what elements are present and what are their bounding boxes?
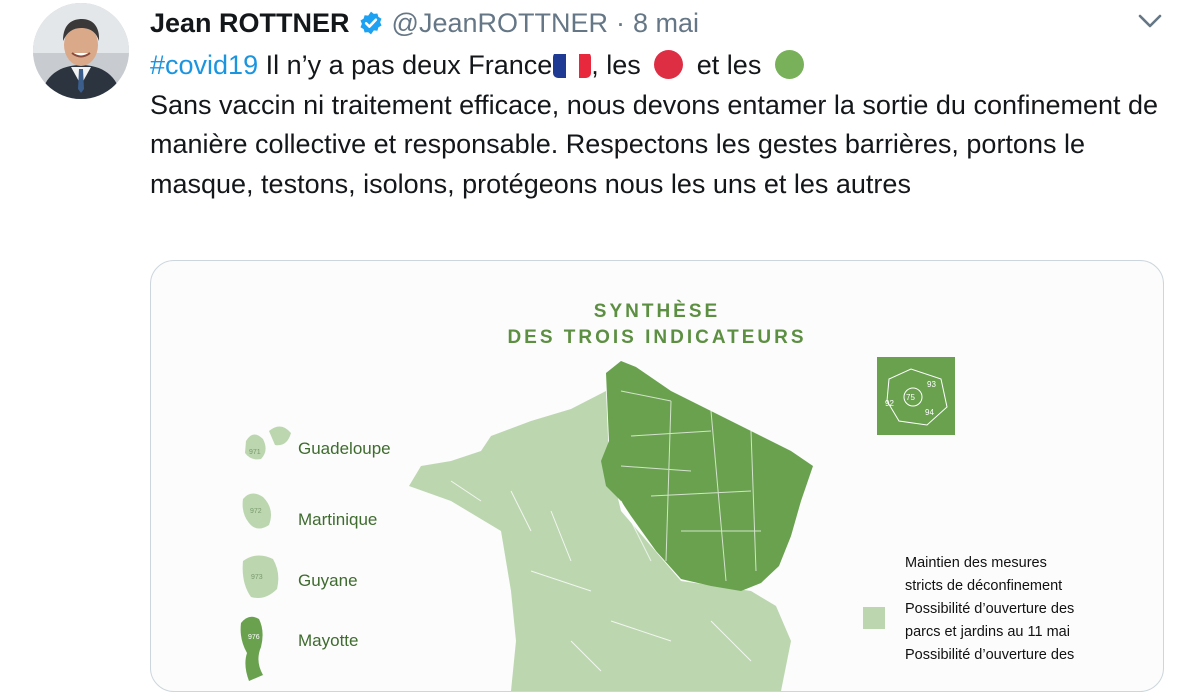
green-circle-emoji: [774, 50, 804, 79]
red-circle-emoji: [654, 50, 684, 79]
label-mayotte: Mayotte: [298, 631, 359, 650]
svg-text:976: 976: [248, 634, 260, 641]
legend-line-3: Possibilité d’ouverture des: [905, 601, 1075, 617]
mayotte-shape: 976: [240, 616, 263, 681]
label-martinique: Martinique: [298, 510, 378, 529]
paris-inset: 93 92 75 94: [877, 357, 955, 435]
svg-text:971: 971: [249, 449, 261, 456]
legend-green-swatch: [863, 607, 885, 629]
legend-line-2: stricts de déconfinement: [905, 578, 1063, 594]
profile-photo: [33, 3, 129, 99]
guadeloupe-shape: 971: [245, 426, 291, 460]
tweet-image[interactable]: SYNTHÈSE DES TROIS INDICATEURS 971 972 9…: [150, 260, 1164, 692]
france-flag-emoji: [553, 52, 592, 78]
svg-text:92: 92: [885, 399, 894, 408]
svg-text:972: 972: [250, 508, 262, 515]
tweet-date[interactable]: 8 mai: [633, 8, 699, 39]
chevron-down-icon[interactable]: [1136, 9, 1164, 33]
tweet-body: Sans vaccin ni traitement efficace, nous…: [150, 89, 1159, 199]
hashtag-link[interactable]: #covid19: [150, 50, 258, 80]
author-handle[interactable]: @JeanROTTNER: [392, 8, 608, 39]
avatar[interactable]: [33, 3, 129, 99]
line1-part-b: , les: [591, 50, 649, 80]
svg-text:75: 75: [906, 393, 915, 402]
svg-text:973: 973: [251, 574, 263, 581]
tweet-text-line1: #covid19 Il n’y a pas deux France , les e…: [150, 46, 1170, 86]
label-guyane: Guyane: [298, 571, 358, 590]
svg-text:94: 94: [925, 408, 934, 417]
separator-dot: ·: [616, 7, 625, 38]
guyane-shape: 973: [242, 555, 279, 598]
legend-line-5: Possibilité d’ouverture des: [905, 647, 1075, 663]
legend-line-4: parcs et jardins au 11 mai: [905, 624, 1070, 640]
tweet[interactable]: Jean ROTTNER @JeanROTTNER · 8 mai #covid…: [0, 0, 1190, 692]
legend-line-1: Maintien des mesures: [905, 555, 1047, 571]
tweet-header: Jean ROTTNER @JeanROTTNER · 8 mai: [150, 4, 699, 42]
author-name[interactable]: Jean ROTTNER: [150, 8, 350, 39]
verified-badge-icon: [360, 11, 382, 35]
label-guadeloupe: Guadeloupe: [298, 439, 391, 458]
svg-text:93: 93: [927, 380, 936, 389]
line1-part-c: et les: [689, 50, 769, 80]
martinique-shape: 972: [242, 493, 271, 529]
tweet-text: #covid19 Il n’y a pas deux France , les e…: [150, 46, 1170, 204]
line1-part-a: Il n’y a pas deux France: [258, 50, 553, 80]
